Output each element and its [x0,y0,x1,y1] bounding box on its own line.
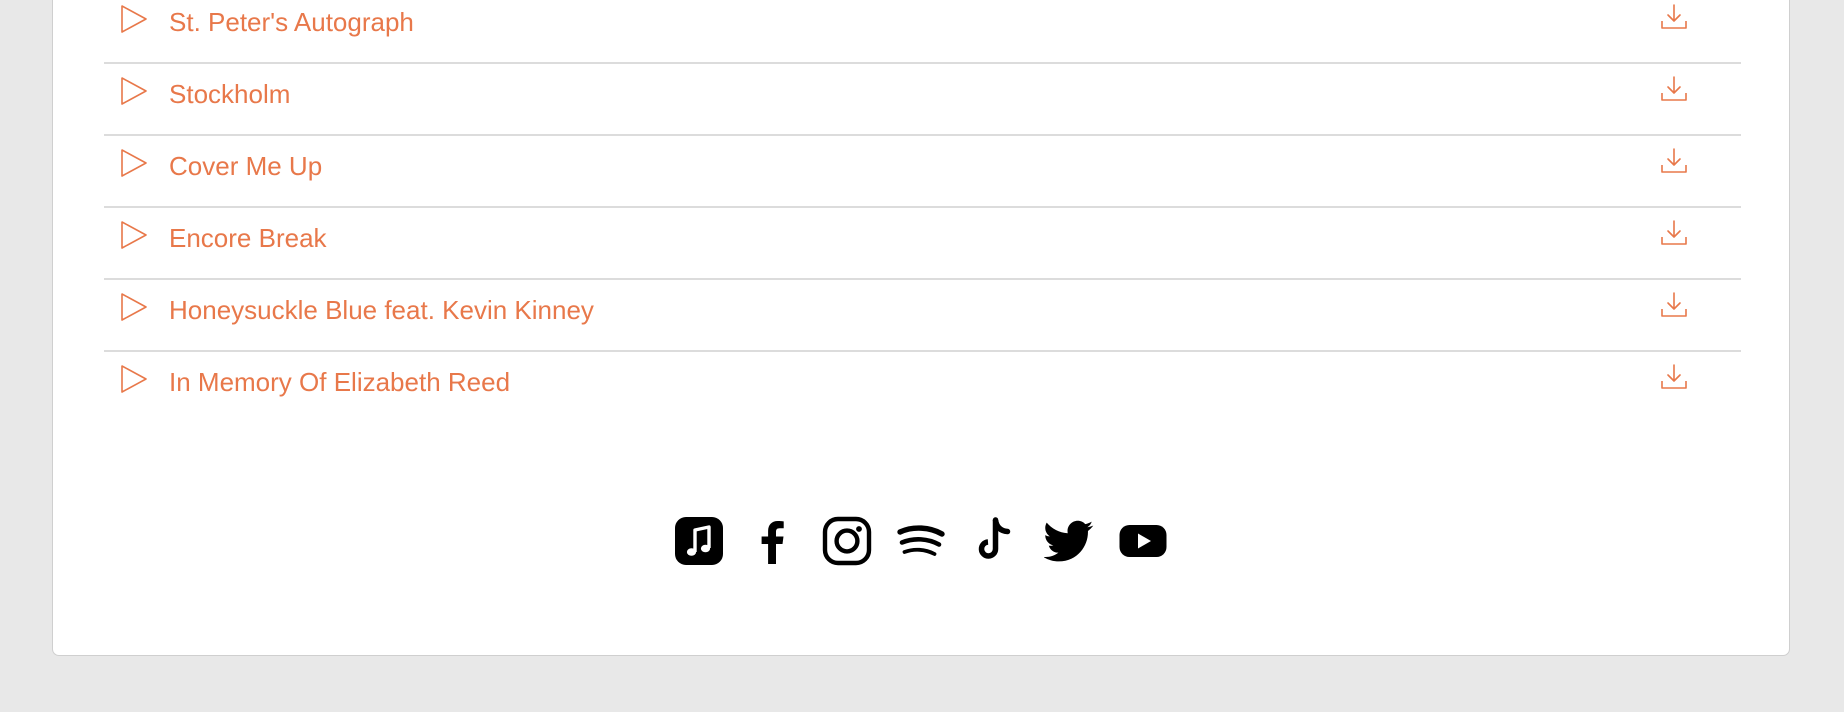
track-row: In Memory Of Elizabeth Reed [104,352,1741,422]
tiktok-icon[interactable] [970,516,1020,566]
track-row: St. Peter's Autograph [104,0,1741,64]
track-title[interactable]: In Memory Of Elizabeth Reed [169,366,510,398]
download-icon[interactable] [1659,218,1689,248]
apple-music-icon[interactable] [674,516,724,566]
twitter-icon[interactable] [1044,516,1094,566]
play-icon[interactable] [120,76,148,106]
download-icon[interactable] [1659,290,1689,320]
download-icon[interactable] [1659,74,1689,104]
youtube-icon[interactable] [1118,516,1168,566]
track-row: Stockholm [104,64,1741,136]
download-icon[interactable] [1659,146,1689,176]
track-title[interactable]: St. Peter's Autograph [169,6,414,38]
track-title[interactable]: Honeysuckle Blue feat. Kevin Kinney [169,294,594,326]
content-card: St. Peter's Autograph Stockholm Cover Me… [52,0,1790,656]
instagram-icon[interactable] [822,516,872,566]
track-title[interactable]: Cover Me Up [169,150,322,182]
play-icon[interactable] [120,220,148,250]
play-icon[interactable] [120,148,148,178]
play-icon[interactable] [120,364,148,394]
play-icon[interactable] [120,292,148,322]
track-title[interactable]: Encore Break [169,222,327,254]
track-row: Encore Break [104,208,1741,280]
track-title[interactable]: Stockholm [169,78,290,110]
facebook-icon[interactable] [748,516,798,566]
track-list: St. Peter's Autograph Stockholm Cover Me… [104,0,1741,422]
track-row: Honeysuckle Blue feat. Kevin Kinney [104,280,1741,352]
track-row: Cover Me Up [104,136,1741,208]
download-icon[interactable] [1659,2,1689,32]
social-links [53,516,1789,566]
spotify-icon[interactable] [896,516,946,566]
play-icon[interactable] [120,4,148,34]
download-icon[interactable] [1659,362,1689,392]
